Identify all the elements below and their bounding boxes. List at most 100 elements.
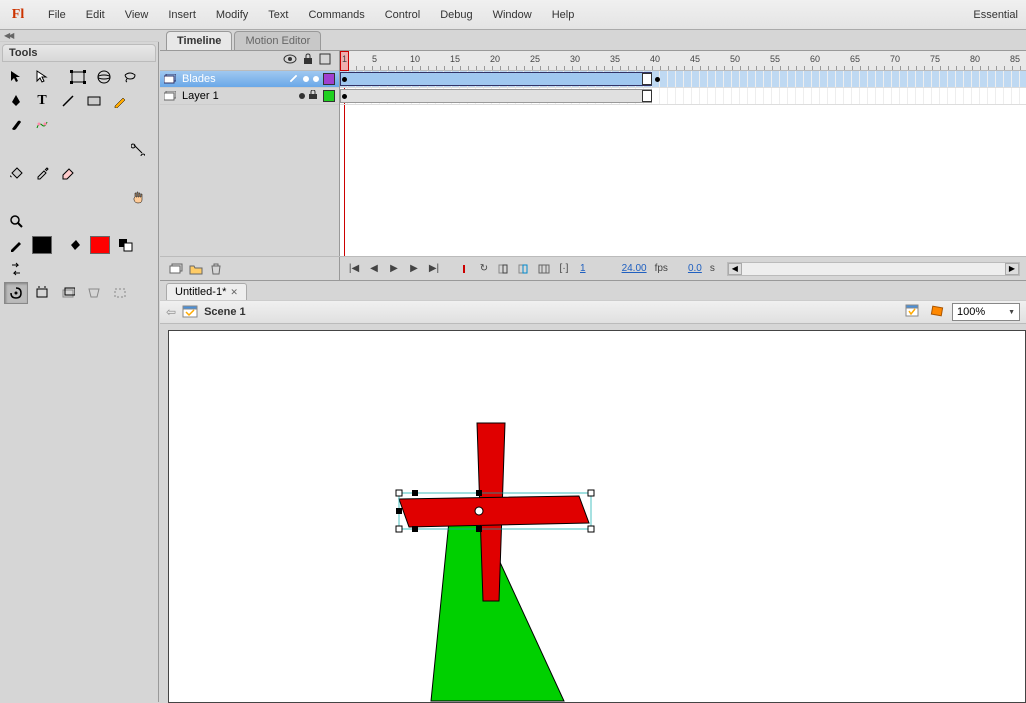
layer-lock-icon[interactable] [309,90,319,102]
menu-view[interactable]: View [115,3,159,27]
edit-multiple-frames[interactable] [536,261,552,277]
frame-row-layer1[interactable] [340,88,1026,105]
center-frame[interactable] [456,261,472,277]
transform-handle[interactable] [588,526,594,532]
layer-row-blades[interactable]: Blades [160,71,339,88]
layer-lock-dot[interactable] [313,76,319,82]
play[interactable]: ▶ [386,261,402,277]
shape-blade-horizontal[interactable] [399,496,589,527]
end-frame-icon[interactable] [642,90,652,102]
scroll-left-icon[interactable]: ◀ [728,263,742,275]
layer-visibility-dot[interactable] [303,76,309,82]
transform-handle[interactable] [412,526,418,532]
tab-timeline[interactable]: Timeline [166,31,232,50]
goto-first-frame[interactable]: |◀ [346,261,362,277]
edit-scene-icon[interactable] [904,303,922,322]
pen-tool[interactable] [4,90,28,112]
hand-tool[interactable] [126,186,150,208]
fill-color-swatch[interactable] [88,234,112,256]
3d-rotation-tool[interactable] [92,66,116,88]
option-btn-3[interactable] [56,282,80,304]
step-forward[interactable]: ▶ [406,261,422,277]
paint-bucket-tool[interactable] [4,162,28,184]
onion-skin[interactable] [496,261,512,277]
tab-motion-editor[interactable]: Motion Editor [234,31,321,50]
zoom-tool[interactable] [4,210,28,232]
frame-rate[interactable]: 24.00 [618,263,651,274]
stroke-color-swatch[interactable] [30,234,54,256]
layer-row-layer1[interactable]: Layer 1 [160,88,339,105]
menu-modify[interactable]: Modify [206,3,258,27]
tools-collapse-bar[interactable]: ◀◀ [0,30,159,42]
keyframe-icon[interactable] [342,94,347,99]
loop-button[interactable]: ↻ [476,261,492,277]
menu-text[interactable]: Text [258,3,298,27]
new-folder-button[interactable] [188,261,204,277]
transform-handle[interactable] [396,508,402,514]
option-btn-2[interactable] [30,282,54,304]
workspace-switcher[interactable]: Essential [965,3,1026,27]
stage[interactable] [168,330,1026,703]
frame-span[interactable] [340,89,652,103]
deco-tool[interactable] [30,114,54,136]
brush-tool[interactable] [4,114,28,136]
pencil-tool[interactable] [108,90,132,112]
menu-commands[interactable]: Commands [298,3,374,27]
layer-outline-color[interactable] [323,90,335,102]
chevron-down-icon[interactable]: ▼ [1008,309,1015,316]
zoom-level-input[interactable]: 100% ▼ [952,303,1020,321]
menu-control[interactable]: Control [375,3,430,27]
close-tab-icon[interactable]: ✕ [230,287,238,298]
new-layer-button[interactable] [168,261,184,277]
menu-edit[interactable]: Edit [76,3,115,27]
timeline-frame-rows[interactable] [340,71,1026,256]
layer-outline-color[interactable] [323,73,335,85]
lock-header-icon[interactable] [303,53,313,68]
transform-handle[interactable] [476,526,482,532]
eyedropper-tool[interactable] [30,162,54,184]
timeline-scrollbar[interactable]: ◀ ▶ [727,262,1020,276]
menu-window[interactable]: Window [483,3,542,27]
scroll-right-icon[interactable]: ▶ [1005,263,1019,275]
layer-visibility-dot[interactable] [299,93,305,99]
onion-skin-outlines[interactable] [516,261,532,277]
rectangle-tool[interactable] [82,90,106,112]
line-tool[interactable] [56,90,80,112]
menu-file[interactable]: File [38,3,76,27]
timeline-ruler[interactable]: 1 5 10 15 20 25 30 35 40 45 50 55 60 65 … [340,51,1026,71]
document-tab[interactable]: Untitled-1* ✕ [166,283,247,300]
lasso-tool[interactable] [118,66,142,88]
menu-debug[interactable]: Debug [430,3,482,27]
option-btn-5[interactable] [108,282,132,304]
snap-to-objects[interactable] [4,282,28,304]
modify-markers[interactable]: [·] [556,261,572,277]
scene-back-icon[interactable]: ⇦ [166,305,176,319]
elapsed-time[interactable]: 0.0 [684,263,706,274]
subselection-tool[interactable] [30,66,54,88]
transform-handle[interactable] [476,490,482,496]
keyframe-icon[interactable] [342,77,347,82]
eraser-tool[interactable] [56,162,80,184]
black-white-swatch[interactable] [114,234,138,256]
goto-last-frame[interactable]: ▶| [426,261,442,277]
menu-help[interactable]: Help [542,3,585,27]
selection-tool[interactable] [4,66,28,88]
transform-handle[interactable] [412,490,418,496]
fill-color-tool[interactable] [62,234,86,256]
keyframe-icon[interactable] [655,77,660,82]
stroke-color-tool[interactable] [4,234,28,256]
transform-handle[interactable] [396,490,402,496]
visibility-header-icon[interactable] [283,54,297,67]
frame-span[interactable] [340,72,652,86]
transform-handle[interactable] [588,490,594,496]
edit-symbol-icon[interactable] [928,303,946,322]
free-transform-tool[interactable] [66,66,90,88]
frame-row-blades[interactable] [340,71,1026,88]
option-btn-4[interactable] [82,282,106,304]
outline-header-icon[interactable] [319,53,331,68]
step-back[interactable]: ◀ [366,261,382,277]
transform-handle[interactable] [396,526,402,532]
swap-colors[interactable] [4,258,28,280]
scene-name[interactable]: Scene 1 [204,306,246,318]
delete-layer-button[interactable] [208,261,224,277]
